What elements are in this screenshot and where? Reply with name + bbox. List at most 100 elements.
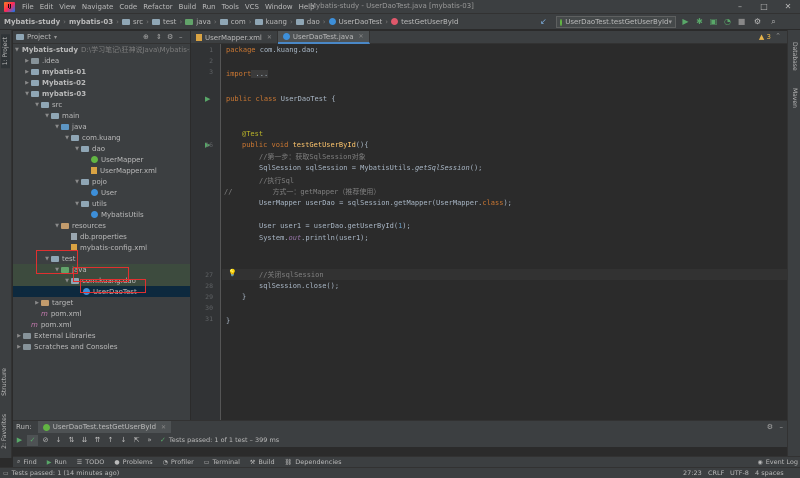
tree-item-file[interactable]: m pom.xml [13,308,190,319]
menu-run[interactable]: Run [199,3,218,11]
run-gutter-icon[interactable]: ▶ [205,95,210,103]
tab-usermapper-xml[interactable]: UserMapper.xml ✕ [191,31,278,44]
next-icon[interactable]: ↓ [118,435,129,446]
breadcrumb-method[interactable]: testGetUserById [391,18,458,26]
settings-icon[interactable]: ⚙ [752,16,763,27]
menu-code[interactable]: Code [116,3,140,11]
debug-icon[interactable]: ✱ [694,16,705,27]
menu-tools[interactable]: Tools [219,3,242,11]
maven-tool-button[interactable]: Maven [791,88,798,108]
tree-item-module[interactable]: ▼ mybatis-03 [13,88,190,99]
tree-item-folder[interactable]: ▼ resources [13,220,190,231]
run-icon[interactable]: ▶ [680,16,691,27]
show-ignored-icon[interactable]: ⊘ [40,435,51,446]
locate-icon[interactable]: ⊕ [143,33,149,41]
gear-icon[interactable]: ⚙ [167,33,173,41]
expand-all-icon[interactable]: ⇊ [79,435,90,446]
tree-item-package[interactable]: ▼ com.kuang [13,132,190,143]
problems-tool-button[interactable]: ● Problems [114,458,152,466]
tree-item-module[interactable]: ▶ mybatis-01 [13,66,190,77]
line-separator[interactable]: CRLF [708,469,724,477]
breadcrumb-kuang[interactable]: kuang [254,18,287,26]
gear-icon[interactable]: ⚙ [767,423,773,431]
tree-item-root[interactable]: ▼ Mybatis-study D:\学习笔记\狂神说Java\Mybatis-st [13,44,190,55]
todo-tool-button[interactable]: ☰ TODO [77,458,105,466]
close-icon[interactable]: ✕ [358,33,363,40]
project-view-selector[interactable]: Project [27,33,51,41]
menu-refactor[interactable]: Refactor [140,3,175,11]
back-arrow-icon[interactable]: ↙ [538,16,549,27]
chevron-down-icon[interactable]: ▾ [54,34,57,41]
menu-edit[interactable]: Edit [37,3,57,11]
run-configuration-selector[interactable]: UserDaoTest.testGetUserById ▾ [556,16,676,28]
more-icon[interactable]: » [144,435,155,446]
tree-item-file[interactable]: m pom.xml [13,319,190,330]
menu-window[interactable]: Window [262,3,296,11]
tree-item-external-libraries[interactable]: ▶ External Libraries [13,330,190,341]
menu-navigate[interactable]: Navigate [79,3,116,11]
breadcrumb-test[interactable]: test [151,18,176,26]
profiler-tool-button[interactable]: ◔ Profiler [163,458,194,466]
hide-panel-icon[interactable]: – [780,423,784,431]
tree-item-folder[interactable]: ▼ src [13,99,190,110]
tree-item-package[interactable]: ▼ dao [13,143,190,154]
hide-panel-icon[interactable]: – [179,33,183,41]
close-icon[interactable]: ✕ [267,34,272,41]
find-tool-button[interactable]: ⌕ Find [17,458,37,466]
tree-item-package[interactable]: ▼ utils [13,198,190,209]
tree-item-idea[interactable]: ▶ .idea [13,55,190,66]
run-tool-button[interactable]: ▶ Run [47,458,67,466]
tree-item-file[interactable]: User [13,187,190,198]
breadcrumb-src[interactable]: src [121,18,143,26]
maximize-icon[interactable]: □ [752,0,776,13]
coverage-icon[interactable]: ▣ [708,16,719,27]
sort-alpha-icon[interactable]: ↓ [53,435,64,446]
search-icon[interactable]: ⌕ [768,16,779,27]
build-tool-button[interactable]: ⚒ Build [250,458,275,466]
close-window-icon[interactable]: ✕ [776,0,800,13]
indent-setting[interactable]: 4 spaces [755,469,784,477]
breadcrumb-java[interactable]: java [185,18,211,26]
structure-tool-button[interactable]: Structure [1,368,8,396]
menu-file[interactable]: File [19,3,37,11]
status-message[interactable]: Tests passed: 1 (14 minutes ago) [12,469,120,477]
tree-item-folder[interactable]: ▼ main [13,110,190,121]
breadcrumb-module[interactable]: mybatis-03 [69,18,113,26]
profile-icon[interactable]: ◔ [722,16,733,27]
sort-duration-icon[interactable]: ⇅ [66,435,77,446]
caret-position[interactable]: 27:23 [683,469,702,477]
run-tab[interactable]: UserDaoTest.testGetUserById ✕ [37,420,172,434]
collapse-all-icon[interactable]: ⇈ [92,435,103,446]
tree-item-file[interactable]: MybatisUtils [13,209,190,220]
menu-vcs[interactable]: VCS [242,3,262,11]
chevron-up-icon[interactable]: ⌃ [775,32,781,40]
tree-item-module[interactable]: ▶ Mybatis-02 [13,77,190,88]
show-passed-icon[interactable]: ✓ [27,434,38,446]
rerun-icon[interactable]: ▶ [14,435,25,446]
project-tool-button[interactable]: 1: Project [1,34,10,69]
tree-item-package[interactable]: ▼ pojo [13,176,190,187]
event-log-button[interactable]: ◉ Event Log [757,458,798,466]
menu-build[interactable]: Build [176,3,200,11]
minimize-icon[interactable]: – [728,0,752,13]
collapse-all-icon[interactable]: ⇕ [156,33,162,41]
breadcrumb-com[interactable]: com [219,18,246,26]
database-tool-button[interactable]: Database [791,42,798,71]
breadcrumb-dao[interactable]: dao [295,18,320,26]
breadcrumb-class[interactable]: UserDaoTest [328,18,382,26]
terminal-tool-button[interactable]: ▭ Terminal [204,458,240,466]
tree-item-file[interactable]: db.properties [13,231,190,242]
tree-item-file[interactable]: UserMapper.xml [13,165,190,176]
close-icon[interactable]: ✕ [161,424,166,431]
stop-icon[interactable]: ■ [736,16,747,27]
dependencies-tool-button[interactable]: ⛓ Dependencies [285,458,342,466]
tree-item-folder[interactable]: ▼ java [13,121,190,132]
tree-item-file[interactable]: UserMapper [13,154,190,165]
tree-item-scratches[interactable]: ▶ Scratches and Consoles [13,341,190,352]
previous-icon[interactable]: ↑ [105,435,116,446]
menu-view[interactable]: View [56,3,79,11]
file-encoding[interactable]: UTF-8 [730,469,749,477]
tab-userdaotest-java[interactable]: UserDaoTest.java ✕ [277,31,370,44]
breadcrumb-project[interactable]: Mybatis-study [4,18,60,26]
favorites-tool-button[interactable]: 2: Favorites [1,414,8,449]
